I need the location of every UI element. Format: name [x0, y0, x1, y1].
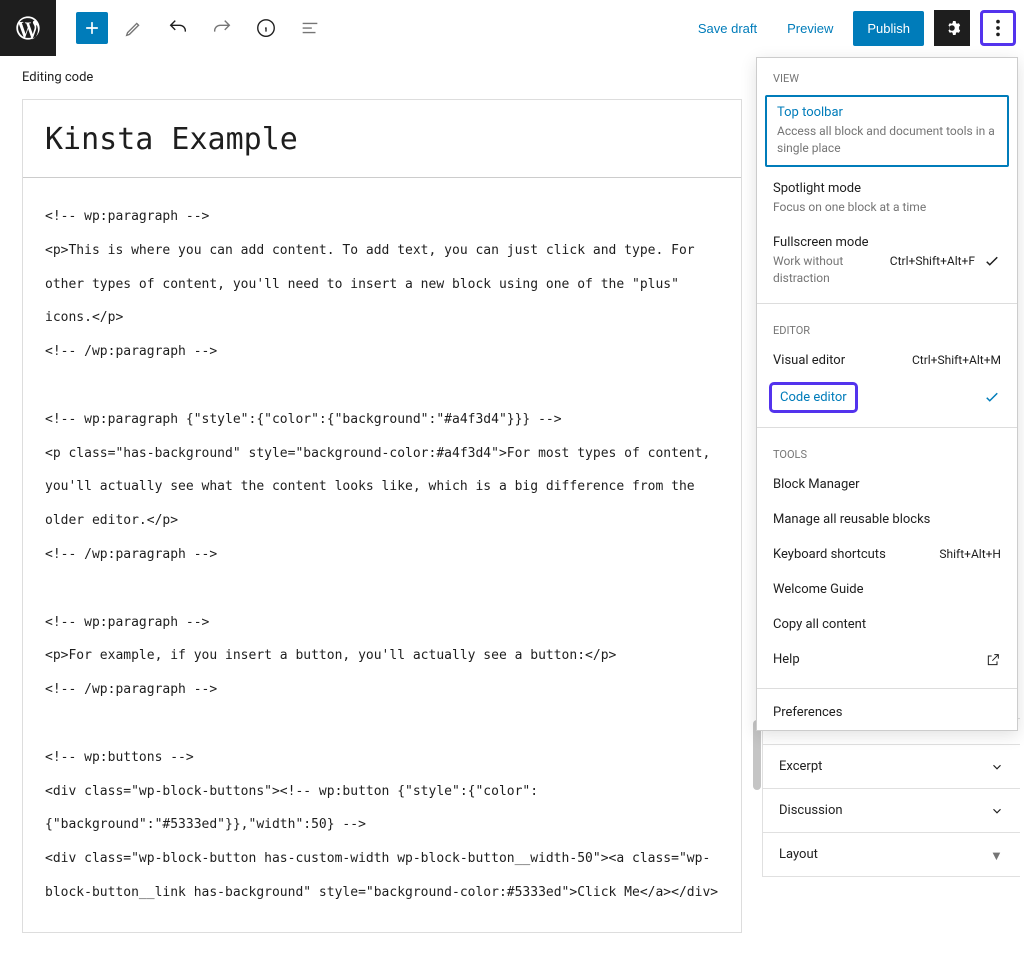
- menu-item-label: Manage all reusable blocks: [773, 512, 1001, 527]
- save-draft-button[interactable]: Save draft: [688, 13, 767, 44]
- menu-item-label: Code editor: [769, 382, 858, 413]
- check-icon: [983, 388, 1001, 406]
- outline-button[interactable]: [292, 10, 328, 46]
- list-icon: [299, 17, 321, 39]
- menu-item-code-editor[interactable]: Code editor: [757, 378, 1017, 421]
- menu-item-label: Block Manager: [773, 477, 1001, 492]
- menu-item-welcome-guide[interactable]: Welcome Guide: [757, 572, 1017, 607]
- publish-button[interactable]: Publish: [853, 11, 924, 46]
- code-editor-frame: Kinsta Example <!-- wp:paragraph --> <p>…: [22, 99, 742, 933]
- vertical-dots-icon: [995, 17, 1001, 39]
- sidebar-panel-label: Layout: [779, 847, 818, 862]
- menu-item-help[interactable]: Help: [757, 642, 1017, 682]
- menu-item-label: Top toolbar: [777, 105, 997, 120]
- menu-item-visual-editor[interactable]: Visual editor Ctrl+Shift+Alt+M: [757, 343, 1017, 378]
- edit-tool-button[interactable]: [116, 10, 152, 46]
- toolbar-right-group: Save draft Preview Publish: [688, 0, 1016, 56]
- menu-item-spotlight[interactable]: Spotlight mode Focus on one block at a t…: [757, 171, 1017, 226]
- settings-sidebar: Featured image Excerpt Discussion Layout…: [762, 718, 1020, 877]
- menu-item-fullscreen[interactable]: Fullscreen mode Work without distraction…: [757, 225, 1017, 297]
- redo-icon: [211, 17, 233, 39]
- post-title-text: Kinsta Example: [45, 122, 298, 157]
- pencil-icon: [123, 17, 145, 39]
- editing-code-label: Editing code: [22, 70, 93, 85]
- redo-button[interactable]: [204, 10, 240, 46]
- menu-item-shortcut: Ctrl+Shift+Alt+F: [890, 254, 975, 268]
- top-toolbar: Save draft Preview Publish: [0, 0, 1024, 56]
- menu-item-copy-all[interactable]: Copy all content: [757, 607, 1017, 642]
- menu-item-label: Fullscreen mode: [773, 235, 882, 250]
- gear-icon: [941, 17, 963, 39]
- menu-item-label: Preferences: [773, 705, 1001, 720]
- dropdown-separator: [757, 427, 1017, 428]
- options-dropdown: VIEW Top toolbar Access all block and do…: [756, 57, 1018, 731]
- wordpress-icon: [14, 14, 42, 42]
- wp-logo-button[interactable]: [0, 0, 56, 56]
- dropdown-section-view: VIEW: [757, 58, 1017, 91]
- sidebar-panel-excerpt[interactable]: Excerpt: [763, 745, 1020, 789]
- menu-item-label: Keyboard shortcuts: [773, 547, 931, 562]
- info-button[interactable]: [248, 10, 284, 46]
- dropdown-section-editor: EDITOR: [757, 310, 1017, 343]
- code-textarea[interactable]: <!-- wp:paragraph --> <p>This is where y…: [23, 178, 741, 932]
- plus-icon: [82, 18, 102, 38]
- post-title-row[interactable]: Kinsta Example: [23, 100, 741, 178]
- dropdown-section-tools: TOOLS: [757, 434, 1017, 467]
- add-block-button[interactable]: [76, 12, 108, 44]
- undo-button[interactable]: [160, 10, 196, 46]
- menu-item-desc: Access all block and document tools in a…: [777, 123, 997, 157]
- menu-item-label: Visual editor: [773, 353, 904, 368]
- menu-item-shortcut: Ctrl+Shift+Alt+M: [912, 353, 1001, 367]
- undo-icon: [167, 17, 189, 39]
- dropdown-separator: [757, 303, 1017, 304]
- menu-item-label: Help: [773, 652, 977, 667]
- check-icon: [983, 252, 1001, 270]
- menu-item-desc: Focus on one block at a time: [773, 199, 1001, 216]
- sidebar-panel-label: Discussion: [779, 803, 843, 818]
- info-icon: [255, 17, 277, 39]
- menu-item-desc: Work without distraction: [773, 253, 882, 287]
- menu-item-block-manager[interactable]: Block Manager: [757, 467, 1017, 502]
- sidebar-panel-discussion[interactable]: Discussion: [763, 789, 1020, 833]
- sidebar-panel-label: Excerpt: [779, 759, 822, 774]
- menu-item-label: Welcome Guide: [773, 582, 1001, 597]
- sidebar-panel-layout[interactable]: Layout ▼: [763, 833, 1020, 877]
- menu-item-reusable-blocks[interactable]: Manage all reusable blocks: [757, 502, 1017, 537]
- settings-button[interactable]: [934, 10, 970, 46]
- chevron-down-icon: [990, 760, 1004, 774]
- preview-button[interactable]: Preview: [777, 13, 843, 44]
- more-options-button[interactable]: [980, 10, 1016, 46]
- menu-item-label: Copy all content: [773, 617, 1001, 632]
- menu-item-preferences[interactable]: Preferences: [757, 695, 1017, 730]
- chevron-down-icon: [990, 804, 1004, 818]
- menu-item-label: Spotlight mode: [773, 181, 1001, 196]
- menu-item-keyboard-shortcuts[interactable]: Keyboard shortcuts Shift+Alt+H: [757, 537, 1017, 572]
- menu-item-top-toolbar[interactable]: Top toolbar Access all block and documen…: [765, 95, 1009, 167]
- menu-item-shortcut: Shift+Alt+H: [939, 547, 1001, 561]
- caret-down-icon: ▼: [990, 848, 1004, 862]
- dropdown-separator: [757, 688, 1017, 689]
- toolbar-left-group: [56, 10, 328, 46]
- external-link-icon: [985, 652, 1001, 672]
